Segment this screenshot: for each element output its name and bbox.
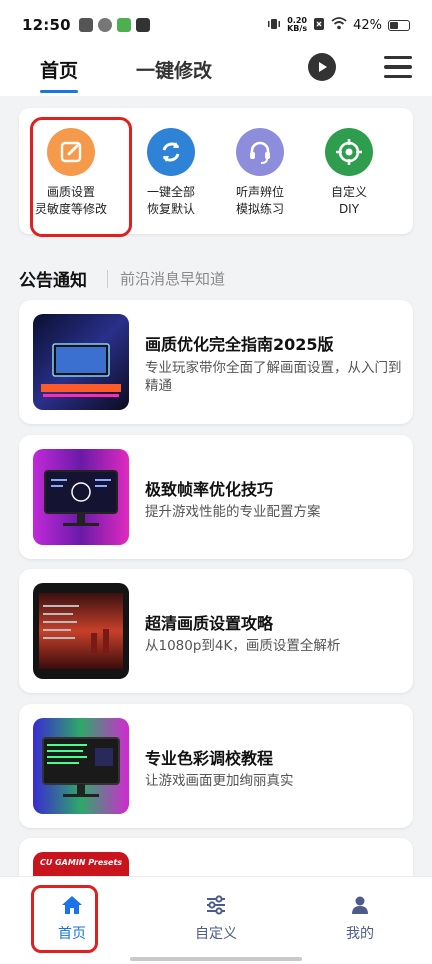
status-right: 0.20 KB/s 42%	[267, 17, 410, 34]
refresh-icon	[147, 128, 195, 176]
quick-action-line2: 恢复默认	[146, 202, 195, 216]
net-speed: 0.20 KB/s	[287, 17, 307, 33]
highlight-annotation	[31, 885, 98, 953]
message-icon	[135, 18, 150, 32]
battery-icon	[388, 19, 410, 31]
app-notification-icon	[97, 18, 112, 32]
article-thumbnail	[33, 718, 129, 814]
notice-divider	[107, 270, 108, 288]
article-card[interactable]: 超清画质设置攻略 从1080p到4K，画质设置全解析	[19, 569, 413, 693]
quick-action-line1: 听声辨位	[235, 185, 284, 199]
battery-percent: 42%	[353, 17, 382, 33]
menu-icon[interactable]	[384, 52, 414, 82]
quick-action-line2: DIY	[338, 202, 360, 216]
nav-label: 自定义	[195, 926, 237, 942]
nav-custom[interactable]: 自定义	[176, 895, 256, 943]
vibrate-icon	[267, 17, 281, 34]
article-description: 从1080p到4K，画质设置全解析	[145, 638, 341, 654]
play-icon[interactable]	[308, 53, 336, 81]
article-description: 让游戏画面更加绚丽真实	[145, 773, 294, 789]
nav-label: 我的	[346, 926, 374, 942]
status-time: 12:50	[22, 16, 71, 34]
crosshair-icon	[325, 128, 373, 176]
quick-action-line2: 模拟练习	[235, 202, 284, 216]
app-notification-icon	[116, 18, 131, 32]
person-icon	[350, 896, 370, 919]
highlight-annotation	[30, 117, 132, 237]
article-thumbnail	[33, 449, 129, 545]
article-description: 提升游戏性能的专业配置方案	[145, 504, 321, 520]
notification-icons	[78, 18, 150, 32]
notice-subtitle: 前沿消息早知道	[120, 270, 226, 288]
article-title: 超清画质设置攻略	[145, 614, 274, 633]
article-thumbnail	[33, 583, 129, 679]
notice-title: 公告通知	[19, 271, 87, 291]
active-tab-indicator	[40, 90, 78, 93]
quick-action-sound-practice[interactable]: 听声辨位 模拟练习	[212, 120, 308, 218]
app-notification-icon	[78, 18, 93, 32]
article-title: 专业色彩调校教程	[145, 749, 274, 768]
sliders-icon	[205, 895, 227, 919]
top-tab-bar: 首页 一键修改	[0, 50, 432, 96]
article-card[interactable]: 画质优化完全指南2025版 专业玩家带你全面了解画面设置，从入门到精通	[19, 300, 413, 424]
quick-action-custom-diy[interactable]: 自定义 DIY	[301, 120, 397, 218]
article-title: 画质优化完全指南2025版	[145, 335, 334, 354]
article-description: 专业玩家带你全面了解画面设置，从入门到精通	[145, 360, 402, 394]
headset-icon	[236, 128, 284, 176]
tab-home[interactable]: 首页	[40, 56, 78, 83]
thumbnail-text: CU GAMIN Presets	[39, 858, 123, 867]
net-speed-unit: KB/s	[287, 24, 308, 33]
home-indicator[interactable]	[130, 957, 302, 961]
status-bar: 12:50 0.20 KB/s 42%	[0, 0, 432, 50]
quick-action-line1: 自定义	[330, 185, 367, 199]
nav-me[interactable]: 我的	[320, 895, 400, 943]
article-title: 极致帧率优化技巧	[145, 480, 274, 499]
wifi-icon	[331, 17, 347, 33]
sim-icon	[313, 17, 325, 34]
article-card[interactable]: 极致帧率优化技巧 提升游戏性能的专业配置方案	[19, 435, 413, 559]
quick-action-line1: 一键全部	[146, 185, 195, 199]
tab-one-key-modify[interactable]: 一键修改	[136, 56, 212, 83]
article-card[interactable]: 专业色彩调校教程 让游戏画面更加绚丽真实	[19, 704, 413, 828]
article-thumbnail	[33, 314, 129, 410]
quick-action-restore-default[interactable]: 一键全部 恢复默认	[123, 120, 219, 218]
